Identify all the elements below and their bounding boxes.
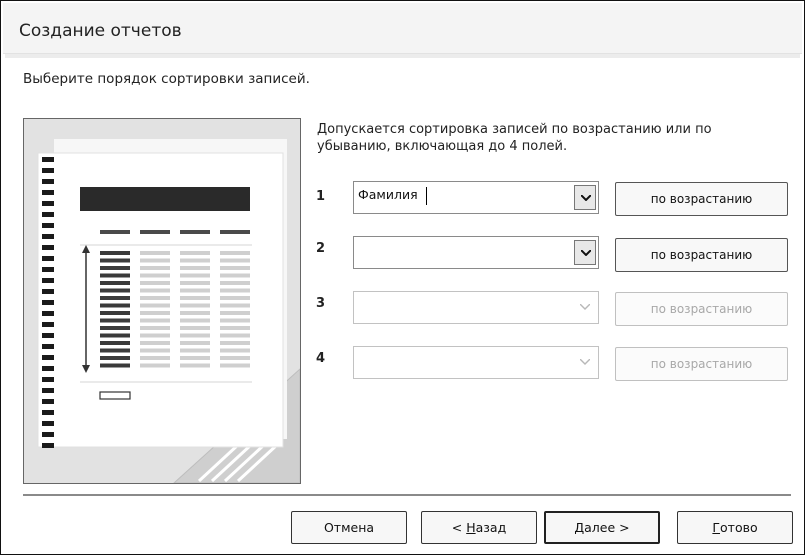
chevron-down-icon — [580, 359, 590, 365]
sort-order-2-button[interactable]: по возрастанию — [615, 238, 788, 272]
report-wizard-dialog: Создание отчетов Выберите порядок сортир… — [0, 0, 805, 555]
dialog-title: Создание отчетов — [19, 21, 182, 41]
back-button-label: азад — [475, 520, 507, 535]
sort-row-2-number: 2 — [316, 241, 326, 256]
sort-order-3-button[interactable]: по возрастанию — [615, 292, 788, 326]
sort-field-1-value: Фамилия — [358, 187, 418, 202]
report-preview-illustration — [23, 118, 301, 484]
cancel-button[interactable]: Отмена — [291, 511, 407, 544]
back-button-prefix: < — [451, 520, 467, 535]
sort-description: Допускается сортировка записей по возрас… — [317, 122, 712, 154]
sort-order-1-button[interactable]: по возрастанию — [615, 182, 788, 216]
chevron-down-icon — [580, 304, 590, 310]
sort-field-3-select[interactable] — [353, 291, 599, 324]
next-button[interactable]: Далее > — [544, 511, 660, 544]
chevron-down-icon — [581, 195, 591, 201]
header-strip — [5, 54, 800, 58]
sort-field-1-dropdown-button[interactable] — [574, 185, 596, 210]
finish-button[interactable]: Готово — [677, 511, 793, 544]
title-bar: Создание отчетов — [3, 3, 802, 54]
sort-row-3-number: 3 — [316, 296, 326, 311]
sort-field-4-select[interactable] — [353, 346, 599, 379]
chevron-down-icon — [581, 250, 591, 256]
cancel-button-label: Отмена — [323, 520, 375, 535]
sort-field-2-dropdown-button[interactable] — [574, 240, 596, 265]
back-button[interactable]: < Назад — [421, 511, 537, 544]
finish-button-label: отово — [720, 520, 758, 535]
back-button-accel: Н — [466, 520, 476, 535]
sort-field-1-select[interactable]: Фамилия — [353, 181, 599, 214]
text-cursor — [426, 187, 427, 205]
next-button-label: алее > — [584, 520, 630, 535]
sort-field-4-dropdown-button[interactable] — [574, 350, 596, 375]
sort-field-3-dropdown-button[interactable] — [574, 295, 596, 320]
next-button-accel: Д — [574, 520, 585, 535]
instruction-text: Выберите порядок сортировки записей. — [23, 71, 310, 87]
footer-separator — [23, 494, 791, 496]
finish-button-accel: Г — [712, 520, 721, 535]
sort-field-2-select[interactable] — [353, 236, 599, 269]
sort-order-4-button[interactable]: по возрастанию — [615, 347, 788, 381]
sort-row-1-number: 1 — [316, 189, 326, 204]
sort-row-4-number: 4 — [316, 351, 326, 366]
